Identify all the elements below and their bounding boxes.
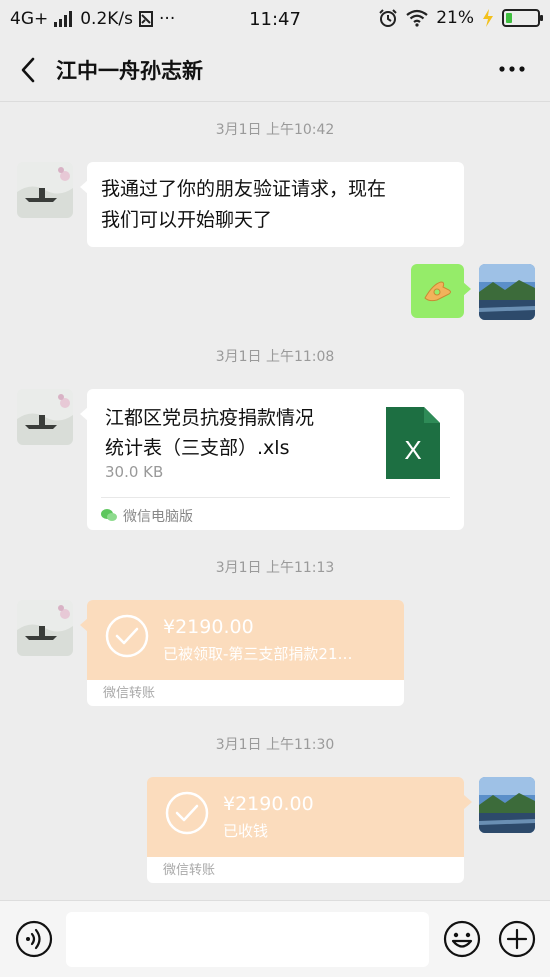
status-right: 21% — [378, 8, 543, 28]
file-size: 30.0 KB — [105, 463, 164, 481]
divider — [101, 497, 450, 498]
timestamp: 3月1日 上午10:42 — [215, 122, 335, 138]
voice-button[interactable] — [15, 920, 53, 962]
excel-file-icon: X — [386, 407, 440, 483]
message-input[interactable] — [66, 912, 429, 967]
emoji-face-icon — [443, 920, 481, 958]
alarm-icon — [379, 9, 397, 27]
check-circle-icon — [165, 791, 209, 839]
ok-hand-icon — [423, 281, 451, 302]
wifi-icon — [406, 9, 428, 27]
contact-avatar[interactable] — [17, 162, 73, 218]
input-bar — [0, 900, 550, 977]
check-circle-icon — [105, 614, 149, 662]
file-name-line: 统计表（三支部）.xls — [105, 437, 290, 459]
transfer-label: 微信转账 — [163, 863, 216, 878]
transfer-label: 微信转账 — [103, 686, 156, 701]
timestamp: 3月1日 上午11:08 — [215, 349, 335, 365]
file-message-bubble[interactable]: 江都区党员抗疫捐款情况 统计表（三支部）.xls 30.0 KB X 微信电脑版 — [80, 389, 464, 530]
voice-icon — [15, 920, 53, 958]
contact-avatar[interactable] — [17, 389, 73, 445]
transfer-amount: ¥2190.00 — [223, 793, 314, 815]
wechat-pc-icon — [101, 507, 117, 526]
plus-circle-icon — [498, 920, 536, 958]
transfer-description: 已被领取-第三支部捐款21… — [163, 645, 353, 663]
more-dots-icon — [499, 66, 525, 72]
emoji-message-bubble[interactable] — [411, 264, 471, 318]
my-avatar[interactable] — [479, 777, 535, 833]
chat-header: 江中一舟孙志新 — [0, 38, 550, 102]
battery-percent: 21% — [436, 8, 474, 28]
text-message-bubble[interactable]: 我通过了你的朋友验证请求，现在 我们可以开始聊天了 — [80, 162, 464, 248]
status-bar: 4G+ 0.2K/s ··· 11:47 21% — [0, 0, 550, 38]
contact-avatar[interactable] — [17, 600, 73, 656]
chat-title: 江中一舟孙志新 — [56, 59, 203, 83]
transfer-amount: ¥2190.00 — [163, 616, 254, 638]
charging-icon — [483, 9, 493, 27]
file-source: 微信电脑版 — [123, 509, 193, 525]
back-button[interactable] — [14, 56, 42, 84]
file-name-line: 江都区党员抗疫捐款情况 — [105, 407, 315, 429]
bubble-tail — [464, 795, 472, 809]
transfer-message-bubble[interactable]: ¥2190.00 已被领取-第三支部捐款21… 微信转账 — [87, 600, 404, 706]
message-line: 我通过了你的朋友验证请求，现在 — [101, 178, 387, 200]
svg-text:X: X — [404, 435, 421, 465]
transfer-description: 已收钱 — [223, 822, 269, 840]
file-name: 江都区党员抗疫捐款情况 统计表（三支部）.xls — [105, 403, 365, 463]
message-line: 我们可以开始聊天了 — [101, 209, 273, 231]
timestamp: 3月1日 上午11:13 — [215, 560, 335, 576]
my-avatar[interactable] — [479, 264, 535, 320]
battery-level — [506, 13, 512, 23]
chevron-left-icon — [21, 57, 35, 83]
battery-icon — [502, 9, 543, 27]
transfer-message-bubble[interactable]: ¥2190.00 已收钱 微信转账 — [147, 777, 464, 883]
more-button[interactable] — [494, 54, 530, 84]
emoji-button[interactable] — [443, 920, 481, 962]
message-text: 我通过了你的朋友验证请求，现在 我们可以开始聊天了 — [87, 162, 464, 248]
timestamp: 3月1日 上午11:30 — [215, 737, 335, 753]
more-actions-button[interactable] — [498, 920, 536, 962]
